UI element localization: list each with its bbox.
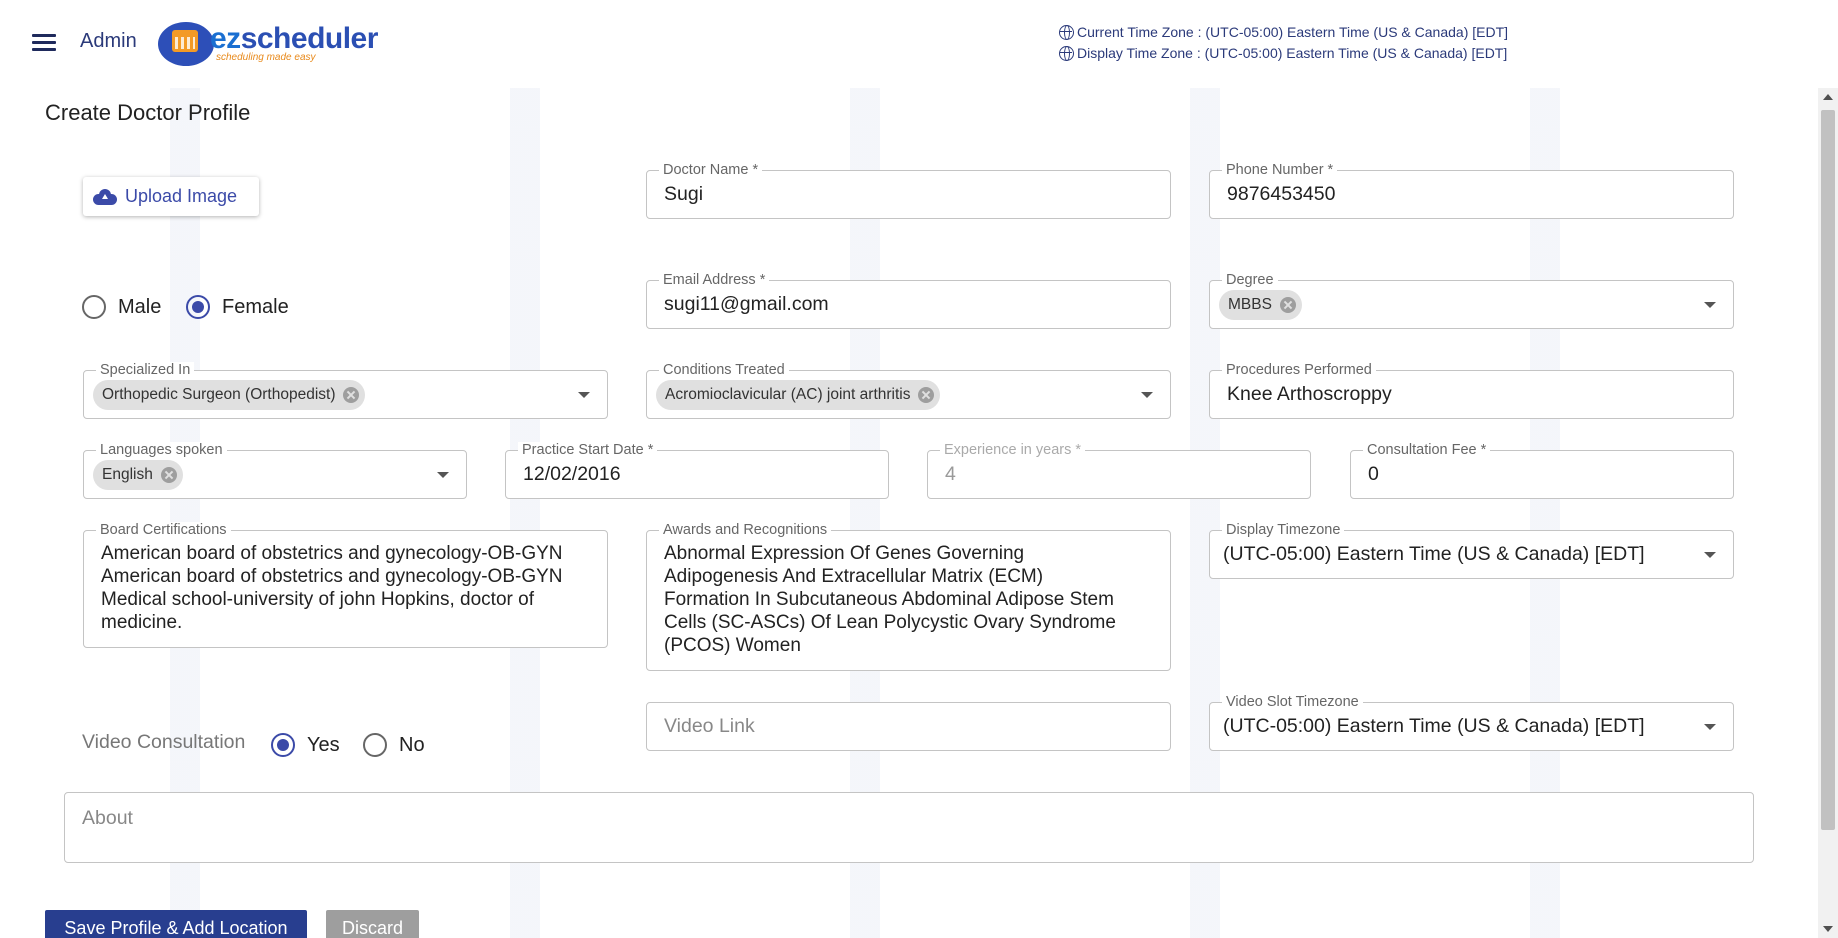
save-profile-button[interactable]: Save Profile & Add Location [45,910,307,938]
specialized-in-select[interactable]: Specialized In Orthopedic Surgeon (Ortho… [83,362,608,419]
discard-button[interactable]: Discard [326,910,419,938]
video-yes-radio[interactable]: Yes [271,733,340,757]
upload-image-button[interactable]: Upload Image [83,177,259,216]
email-field[interactable]: Email Address * sugi11@gmail.com [646,272,1171,329]
video-consultation-label: Video Consultation [82,731,246,753]
radio-checked-icon [271,733,295,757]
calendar-logo-icon [158,22,214,66]
chevron-down-icon[interactable] [1704,301,1716,308]
chevron-down-icon[interactable] [1704,551,1716,558]
chip-remove-icon[interactable] [918,387,935,403]
conditions-treated-select[interactable]: Conditions Treated Acromioclavicular (AC… [646,362,1171,419]
scroll-down-icon[interactable] [1823,926,1833,932]
chip-remove-icon[interactable] [1279,297,1296,313]
language-chip: English [93,460,183,490]
procedures-performed-field[interactable]: Procedures Performed Knee Arthoscroppy [1209,362,1734,419]
phone-number-field[interactable]: Phone Number * 9876453450 [1209,162,1734,219]
consultation-fee-field[interactable]: Consultation Fee * 0 [1350,442,1734,499]
page-title: Create Doctor Profile [45,100,251,125]
chevron-down-icon[interactable] [1141,391,1153,398]
scroll-up-icon[interactable] [1823,94,1833,100]
awards-textarea[interactable]: Awards and Recognitions Abnormal Express… [646,522,1171,671]
chip-remove-icon[interactable] [343,387,360,403]
practice-start-date-field[interactable]: Practice Start Date * 12/02/2016 [505,442,889,499]
gender-female-radio[interactable]: Female [186,295,289,319]
gender-male-radio[interactable]: Male [82,295,161,319]
current-timezone: Current Time Zone : (UTC-05:00) Eastern … [1059,24,1508,40]
doctor-name-field[interactable]: Doctor Name * Sugi [646,162,1171,219]
experience-years-field: Experience in years * 4 [927,442,1311,499]
logo-tagline: scheduling made easy [216,52,316,63]
chevron-down-icon[interactable] [578,391,590,398]
video-link-input[interactable]: Video Link [646,702,1171,751]
degree-chip: MBBS [1219,290,1302,320]
top-header: Admin ezscheduler scheduling made easy C… [0,0,1838,88]
menu-icon[interactable] [32,34,56,52]
radio-unchecked-icon [82,295,106,319]
globe-icon [1059,46,1074,61]
video-slot-timezone-select[interactable]: Video Slot Timezone (UTC-05:00) Eastern … [1209,694,1734,751]
radio-checked-icon [186,295,210,319]
main-content: Create Doctor Profile Upload Image Docto… [0,88,1818,938]
display-timezone-info: Display Time Zone : (UTC-05:00) Eastern … [1059,45,1507,61]
specialty-chip: Orthopedic Surgeon (Orthopedist) [93,380,366,410]
admin-label: Admin [80,30,137,52]
app-logo[interactable]: ezscheduler scheduling made easy [158,18,378,66]
board-certifications-textarea[interactable]: Board Certifications American board of o… [83,522,608,648]
about-textarea[interactable]: About [64,792,1754,863]
vertical-scrollbar[interactable] [1818,88,1838,938]
languages-select[interactable]: Languages spoken English [83,442,467,499]
chip-remove-icon[interactable] [160,467,177,483]
display-timezone-select[interactable]: Display Timezone (UTC-05:00) Eastern Tim… [1209,522,1734,579]
cloud-upload-icon [93,188,117,205]
condition-chip: Acromioclavicular (AC) joint arthritis [656,380,941,410]
video-no-radio[interactable]: No [363,733,425,757]
radio-unchecked-icon [363,733,387,757]
scrollbar-thumb[interactable] [1821,110,1835,830]
globe-icon [1059,25,1074,40]
chevron-down-icon[interactable] [437,471,449,478]
degree-select[interactable]: Degree MBBS [1209,272,1734,329]
logo-text: ezscheduler [210,22,378,55]
chevron-down-icon[interactable] [1704,723,1716,730]
